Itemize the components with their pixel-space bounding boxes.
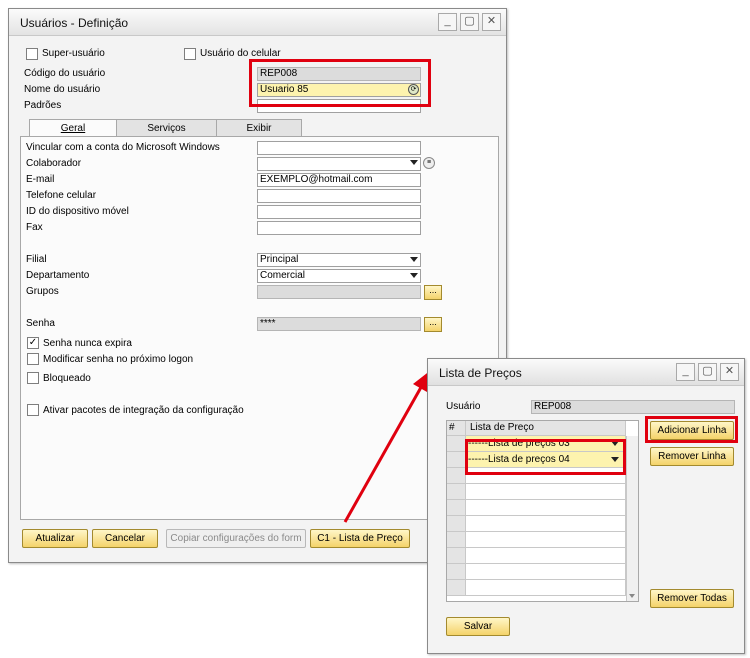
- minimize-button[interactable]: _: [676, 363, 695, 381]
- price-user-field[interactable]: REP008: [531, 400, 735, 414]
- highlight-add-line: [645, 416, 738, 443]
- grid-row-number[interactable]: [447, 500, 466, 516]
- scroll-down-icon[interactable]: [629, 594, 635, 598]
- grid-row-price-list[interactable]: [466, 580, 626, 596]
- grid-row-price-list[interactable]: [466, 516, 626, 532]
- price-window-title: Lista de Preços: [439, 366, 522, 380]
- grid-row-number[interactable]: [447, 484, 466, 500]
- price-titlebar: Lista de Preços _ ▢ ✕: [428, 359, 744, 386]
- save-button[interactable]: Salvar: [446, 617, 510, 636]
- grid-row-price-list[interactable]: [466, 532, 626, 548]
- grid-scrollbar[interactable]: [626, 436, 638, 601]
- grid-row-price-list[interactable]: [466, 484, 626, 500]
- grid-row-number[interactable]: [447, 548, 466, 564]
- grid-row-number[interactable]: [447, 564, 466, 580]
- maximize-button[interactable]: ▢: [698, 363, 717, 381]
- grid-row-number[interactable]: [447, 452, 466, 468]
- highlight-price-rows: [465, 439, 626, 475]
- grid-header-list: Lista de Preço: [466, 421, 626, 436]
- grid-row-price-list[interactable]: [466, 500, 626, 516]
- grid-row-number[interactable]: [447, 580, 466, 596]
- grid-row-number[interactable]: [447, 516, 466, 532]
- grid-header-num: #: [447, 421, 466, 436]
- remove-all-button[interactable]: Remover Todas: [650, 589, 734, 608]
- close-button[interactable]: ✕: [720, 363, 739, 381]
- grid-row-number[interactable]: [447, 468, 466, 484]
- remove-line-button[interactable]: Remover Linha: [650, 447, 734, 466]
- grid-row-number[interactable]: [447, 436, 466, 452]
- grid-row-price-list[interactable]: [466, 548, 626, 564]
- grid-row-number[interactable]: [447, 532, 466, 548]
- grid-row-price-list[interactable]: [466, 564, 626, 580]
- price-user-label: Usuário: [446, 401, 481, 412]
